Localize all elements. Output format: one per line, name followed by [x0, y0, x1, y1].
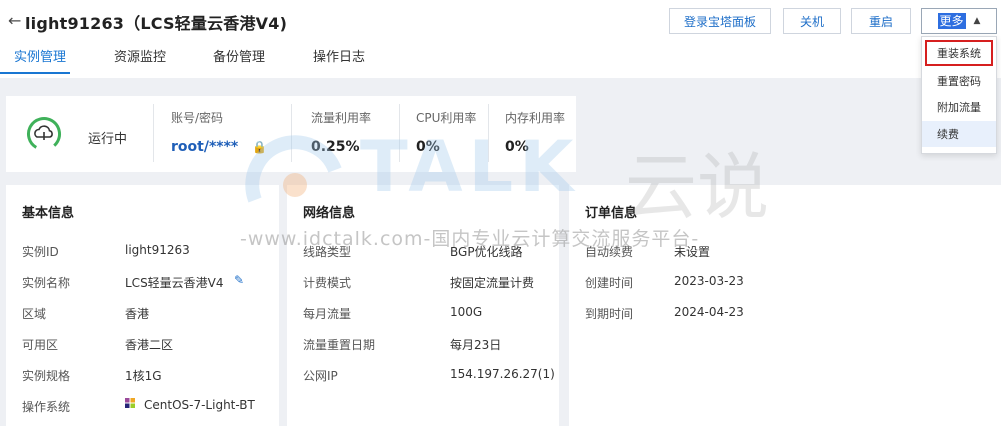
order-info-panel: 订单信息 自动续费 未设置 创建时间 2023-03-23 到期时间 2024-…	[569, 185, 1001, 426]
basic-info-panel: 基本信息 实例ID light91263 实例名称 LCS轻量云香港V4 ✎ 区…	[6, 185, 279, 426]
menu-item-reset-password[interactable]: 重置密码	[922, 68, 996, 94]
shutdown-button[interactable]: 关机	[783, 8, 841, 34]
divider	[488, 104, 489, 162]
tab-resource-monitoring[interactable]: 资源监控	[114, 46, 166, 65]
cpu-usage-label: CPU利用率	[416, 111, 477, 125]
public-ip-value[interactable]: 154.197.26.27(1)	[450, 367, 555, 381]
traffic-reset-value: 每月23日	[450, 338, 502, 352]
os-label: 操作系统	[22, 400, 71, 414]
instance-status: 运行中	[88, 132, 128, 147]
login-panel-button[interactable]: 登录宝塔面板	[669, 8, 771, 34]
zone-value: 香港二区	[125, 338, 174, 352]
zone-label: 可用区	[22, 338, 59, 352]
active-tab-indicator	[0, 72, 70, 74]
line-type-label: 线路类型	[303, 245, 352, 259]
region-value: 香港	[125, 307, 150, 321]
account-value[interactable]: root/****	[171, 139, 238, 155]
network-info-title: 网络信息	[303, 206, 356, 221]
created-time-value: 2023-03-23	[674, 274, 744, 288]
public-ip-label: 公网IP	[303, 369, 338, 383]
billing-mode-label: 计费模式	[303, 276, 352, 290]
account-label: 账号/密码	[171, 111, 224, 125]
lock-icon[interactable]: 🔒	[252, 140, 267, 154]
page-title: light91263（LCS轻量云香港V4)	[25, 14, 288, 33]
memory-usage-label: 内存利用率	[505, 111, 566, 125]
expire-time-value: 2024-04-23	[674, 305, 744, 319]
divider	[399, 104, 400, 162]
spec-value: 1核1G	[125, 369, 162, 383]
instance-id-value: light91263	[125, 243, 190, 257]
restart-button[interactable]: 重启	[851, 8, 911, 34]
divider	[291, 104, 292, 162]
spec-label: 实例规格	[22, 369, 71, 383]
instance-name-label: 实例名称	[22, 276, 71, 290]
auto-renew-label: 自动续费	[585, 245, 634, 259]
os-value: CentOS-7-Light-BT	[144, 398, 255, 412]
monthly-traffic-label: 每月流量	[303, 307, 352, 321]
edit-icon[interactable]: ✎	[234, 273, 244, 287]
tab-operation-log[interactable]: 操作日志	[313, 46, 365, 65]
monthly-traffic-value: 100G	[450, 305, 483, 319]
instance-name-value: LCS轻量云香港V4	[125, 276, 224, 290]
menu-item-add-traffic[interactable]: 附加流量	[922, 94, 996, 120]
menu-item-renew[interactable]: 续费	[922, 121, 996, 147]
billing-mode-value: 按固定流量计费	[450, 276, 535, 290]
order-info-title: 订单信息	[585, 206, 638, 221]
network-info-panel: 网络信息 线路类型 BGP优化线路 计费模式 按固定流量计费 每月流量 100G…	[287, 185, 559, 426]
region-label: 区域	[22, 307, 47, 321]
instance-id-label: 实例ID	[22, 245, 59, 259]
traffic-usage-value: 0.25%	[311, 139, 360, 155]
status-card: 运行中 账号/密码 root/**** 🔒 流量利用率 0.25% CPU利用率…	[6, 96, 576, 172]
divider	[153, 104, 154, 162]
more-dropdown-menu: 重装系统 重置密码 附加流量 续费	[921, 36, 997, 154]
more-button-label: 更多	[937, 13, 966, 29]
tab-backup-management[interactable]: 备份管理	[213, 46, 265, 65]
traffic-reset-label: 流量重置日期	[303, 338, 376, 352]
traffic-usage-label: 流量利用率	[311, 111, 372, 125]
expire-time-label: 到期时间	[585, 307, 634, 321]
created-time-label: 创建时间	[585, 276, 634, 290]
basic-info-title: 基本信息	[22, 206, 75, 221]
cpu-usage-value: 0%	[416, 139, 440, 155]
tab-instance-management[interactable]: 实例管理	[14, 46, 66, 65]
cloud-status-icon	[27, 117, 61, 151]
auto-renew-value: 未设置	[674, 245, 711, 259]
caret-up-icon: ▲	[973, 16, 981, 26]
memory-usage-value: 0%	[505, 139, 529, 155]
arrow-left-icon[interactable]: ←	[8, 11, 21, 30]
line-type-value: BGP优化线路	[450, 245, 523, 259]
centos-icon	[125, 398, 135, 408]
menu-item-reinstall-system[interactable]: 重装系统	[925, 40, 993, 66]
top-bar: ← light91263（LCS轻量云香港V4) 实例管理 资源监控 备份管理 …	[0, 0, 1001, 78]
more-button[interactable]: 更多 ▲	[921, 8, 997, 34]
